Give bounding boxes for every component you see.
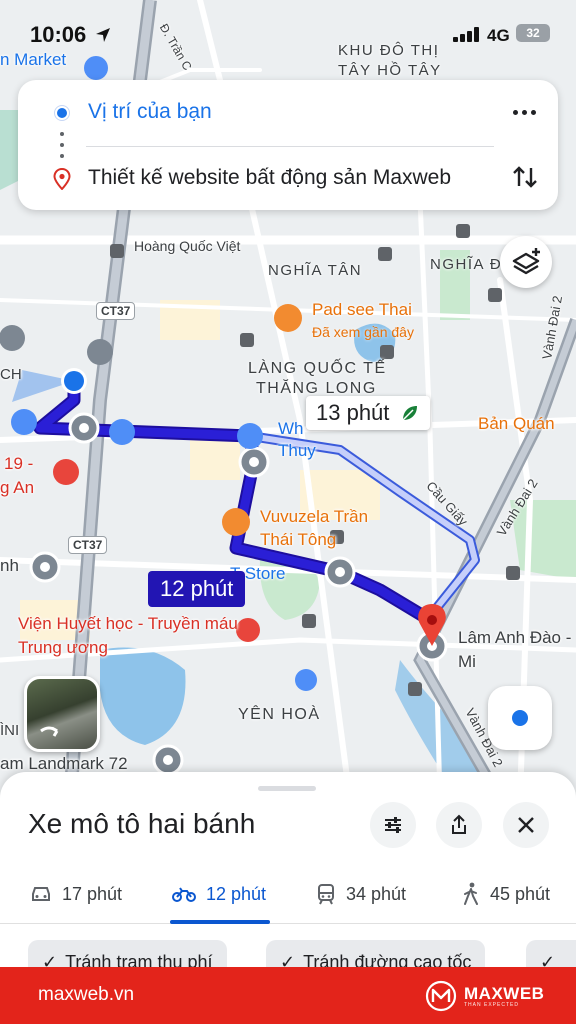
layers-button[interactable]: [500, 236, 552, 288]
status-time: 10:06: [30, 22, 87, 47]
sheet-title: Xe mô tô hai bánh: [28, 808, 256, 839]
poi-name[interactable]: Pad see Thai: [312, 300, 412, 320]
eco-leaf-icon: [402, 406, 417, 421]
edge-fragment: nh: [0, 556, 19, 575]
maxweb-logo: MAXWEB THAN EXPECTED: [424, 979, 544, 1013]
tab-transit[interactable]: 34 phút: [316, 874, 406, 914]
road-shield: CT37: [96, 302, 136, 320]
status-bar: 10:06 4G 32: [0, 0, 576, 70]
poi-name[interactable]: Vuvuzela Trần Thái Tông: [260, 505, 400, 551]
swap-icon[interactable]: [508, 160, 542, 194]
tab-walk[interactable]: 45 phút: [462, 874, 550, 914]
eta-alt-text: 13 phút: [316, 400, 390, 425]
poi-name[interactable]: Bản Quán: [478, 414, 555, 434]
maxweb-logo-icon: [425, 980, 457, 1012]
origin-field[interactable]: Vị trí của bạn: [88, 100, 212, 124]
edge-fragment: g An: [0, 478, 35, 497]
my-location-icon: [512, 710, 528, 726]
eta-selected-route[interactable]: 12 phút: [148, 571, 246, 607]
layers-icon: [512, 248, 540, 275]
route-options-button[interactable]: [370, 802, 416, 848]
tab-walk-label: 45 phút: [490, 883, 551, 904]
my-location-button[interactable]: [488, 686, 552, 750]
tab-transit-label: 34 phút: [346, 883, 407, 904]
street-view-thumbnail[interactable]: [24, 676, 100, 752]
active-tab-indicator: [170, 920, 270, 924]
divider: [86, 146, 494, 147]
edge-fragment: CH: [0, 366, 22, 383]
road-shield: CT37: [68, 536, 108, 554]
origin-icon: [55, 106, 69, 120]
area-label: NGHĨA TÂN: [268, 262, 363, 279]
tab-motorbike-label: 12 phút: [206, 883, 267, 904]
eta-alternate-route[interactable]: 13 phút: [306, 396, 430, 430]
connector-dots-icon: [60, 132, 64, 158]
street-view-icon: [40, 726, 59, 737]
street-label: Hoàng Quốc Việt: [134, 238, 241, 254]
signal-icon: [453, 27, 479, 42]
edge-fragment: ÌNI: [0, 722, 20, 739]
battery-icon: 32: [516, 24, 550, 42]
close-button[interactable]: [503, 802, 549, 848]
share-button[interactable]: [436, 802, 482, 848]
tune-icon: [385, 817, 401, 833]
bottom-sheet: Xe mô tô hai bánh 17 phút 12 phút 34 phú…: [0, 772, 576, 972]
footer-brand-tagline: THAN EXPECTED: [464, 1001, 519, 1008]
network-type: 4G: [487, 26, 510, 45]
edge-fragment: 19 -: [4, 454, 34, 473]
share-icon: [452, 814, 466, 834]
destination-pin-icon: [53, 168, 71, 190]
poi-note: Đã xem gần đây: [312, 324, 414, 340]
footer-brand-name: MAXWEB: [464, 983, 545, 1003]
poi-name[interactable]: Lâm Anh Đào -Mi: [458, 626, 576, 674]
tab-car-label: 17 phút: [62, 883, 123, 904]
area-label: LÀNG QUỐC TẾ: [248, 360, 387, 377]
brand-footer: maxweb.vn MAXWEB THAN EXPECTED: [0, 967, 576, 1024]
destination-field[interactable]: Thiết kế website bất động sản Maxweb: [88, 166, 451, 190]
tab-motorbike[interactable]: 12 phút: [172, 874, 266, 914]
motorbike-icon: [172, 887, 196, 902]
area-label: NGHĨA Đ: [430, 256, 503, 273]
car-icon: [32, 887, 50, 901]
transit-icon: [318, 884, 334, 905]
travel-mode-tabs: 17 phút 12 phút 34 phút 45 phút: [0, 868, 576, 924]
location-arrow-icon: [96, 28, 110, 42]
directions-card: Vị trí của bạn Thiết kế website bất động…: [18, 80, 558, 210]
close-icon: [518, 817, 534, 833]
more-options-button[interactable]: [506, 94, 542, 130]
footer-site-url[interactable]: maxweb.vn: [38, 984, 134, 1006]
poi-name[interactable]: Viện Huyết học - Truyền máu Trung ương: [18, 612, 238, 660]
walk-icon: [464, 882, 478, 905]
area-label: YÊN HOÀ: [238, 706, 321, 723]
tab-car[interactable]: 17 phút: [30, 874, 122, 914]
poi-name[interactable]: am Landmark 72: [0, 754, 128, 774]
sheet-handle[interactable]: [258, 786, 316, 791]
battery-level: 32: [526, 26, 540, 40]
